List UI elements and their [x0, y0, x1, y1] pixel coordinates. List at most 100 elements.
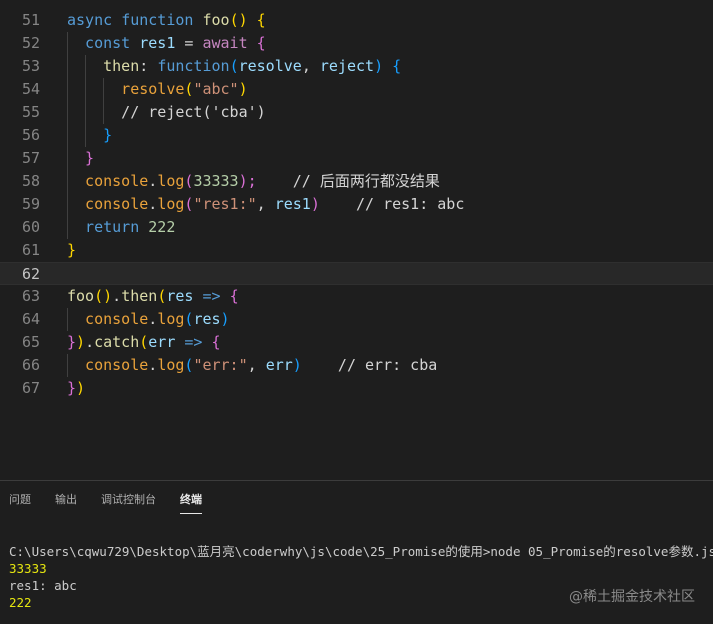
code-text: const res1 = await { [67, 32, 266, 55]
code-token: resolve [67, 80, 185, 98]
watermark: @稀土掘金技术社区 [569, 589, 695, 605]
line-number: 60 [21, 218, 40, 236]
code-text: }) [67, 377, 85, 400]
line-number: 66 [21, 356, 40, 374]
code-token: ( [229, 57, 239, 75]
code-token: . [148, 172, 158, 190]
code-token: log [157, 172, 185, 190]
line-number: 56 [21, 126, 40, 144]
code-text: }).catch(err => { [67, 331, 221, 354]
code-token: { [229, 287, 239, 305]
code-token: res1 [274, 195, 311, 213]
code-token: { [211, 333, 221, 351]
code-editor[interactable]: 51 async function foo() {52 const res1 = … [0, 0, 713, 480]
code-token: res [166, 287, 194, 305]
code-token: log [157, 310, 185, 328]
line-number: 63 [21, 287, 40, 305]
code-token: then [67, 57, 140, 75]
code-line[interactable]: 64 console.log(res) [0, 308, 713, 331]
code-token: ) [238, 80, 248, 98]
code-token: // res1: abc [319, 195, 465, 213]
code-text: } [67, 239, 76, 262]
panel-tab-bar: 问题 输出 调试控制台 终端 [0, 481, 713, 517]
code-line[interactable]: 52 const res1 = await { [0, 32, 713, 55]
code-line[interactable]: 66 console.log("err:", err) // err: cba [0, 354, 713, 377]
tab-terminal[interactable]: 终端 [180, 491, 202, 514]
code-line[interactable]: 55 // reject('cba') [0, 101, 713, 124]
code-token: : [139, 57, 158, 75]
code-token: { [392, 57, 402, 75]
code-token: ) [292, 356, 302, 374]
code-text: foo().then(res => { [67, 285, 239, 308]
code-line[interactable]: 56 } [0, 124, 713, 147]
code-token: , [256, 195, 275, 213]
code-token: 222 [148, 218, 176, 236]
line-number: 59 [21, 195, 40, 213]
code-token: const [67, 34, 140, 52]
tab-debug-console[interactable]: 调试控制台 [101, 491, 156, 513]
code-token: () [94, 287, 113, 305]
line-number: 57 [21, 149, 40, 167]
code-token: resolve [238, 57, 302, 75]
code-line[interactable]: 63 foo().then(res => { [0, 285, 713, 308]
line-number: 58 [21, 172, 40, 190]
code-token: console [67, 172, 149, 190]
code-text: then: function(resolve, reject) { [67, 55, 401, 78]
code-line[interactable]: 59 console.log("res1:", res1) // res1: a… [0, 193, 713, 216]
code-token: catch [94, 333, 140, 351]
code-token: ) [310, 195, 320, 213]
code-token: async [67, 11, 122, 29]
code-token: // err: cba [301, 356, 438, 374]
line-number: 52 [21, 34, 40, 52]
code-token: function [121, 11, 203, 29]
code-token: console [67, 356, 149, 374]
code-line[interactable]: 57 } [0, 147, 713, 170]
code-token: 33333 [193, 172, 239, 190]
code-token: console [67, 195, 149, 213]
code-token: } [67, 379, 77, 397]
code-line[interactable]: 54 resolve("abc") [0, 78, 713, 101]
line-number: 54 [21, 80, 40, 98]
code-text: console.log("err:", err) // err: cba [67, 354, 437, 377]
code-token: function [157, 57, 230, 75]
line-number: 55 [21, 103, 40, 121]
code-token: err [148, 333, 176, 351]
code-line[interactable]: 53 then: function(resolve, reject) { [0, 55, 713, 78]
code-token: . [148, 195, 158, 213]
code-token: ) [76, 379, 86, 397]
code-line[interactable]: 61} [0, 239, 713, 262]
code-token: = [175, 34, 203, 52]
code-text: } [67, 147, 94, 170]
code-text: console.log(33333); // 后面两行都没结果 [67, 170, 440, 193]
tab-problems[interactable]: 问题 [9, 491, 31, 513]
code-line[interactable]: 58 console.log(33333); // 后面两行都没结果 [0, 170, 713, 193]
code-token: log [157, 195, 185, 213]
code-line[interactable]: 51 async function foo() { [0, 9, 713, 32]
tab-output[interactable]: 输出 [55, 491, 77, 513]
code-token: foo [67, 287, 95, 305]
code-token: res [193, 310, 221, 328]
code-token: } [67, 149, 95, 167]
code-line[interactable]: 65}).catch(err => { [0, 331, 713, 354]
code-line[interactable]: 67}) [0, 377, 713, 400]
vscode-window: 51 async function foo() {52 const res1 = … [0, 0, 713, 624]
code-token: "abc" [193, 80, 239, 98]
line-number: 61 [21, 241, 40, 259]
terminal-output-line: 33333 [9, 561, 47, 576]
code-token: ( [139, 333, 149, 351]
line-number: 53 [21, 57, 40, 75]
code-line[interactable]: 62 [0, 262, 713, 285]
code-token: return [67, 218, 149, 236]
code-token: ) [374, 57, 393, 75]
code-token: ); [238, 172, 257, 190]
code-token: . [85, 333, 95, 351]
code-token: reject [319, 57, 375, 75]
code-line[interactable]: 60 return 222 [0, 216, 713, 239]
terminal-command-line: C:\Users\cqwu729\Desktop\蓝月亮\coderwhy\js… [9, 544, 713, 559]
line-number: 64 [21, 310, 40, 328]
code-token: res1 [139, 34, 176, 52]
code-token: , [247, 356, 266, 374]
code-token: await [202, 34, 257, 52]
code-text: console.log(res) [67, 308, 230, 331]
line-number: 67 [21, 379, 40, 397]
